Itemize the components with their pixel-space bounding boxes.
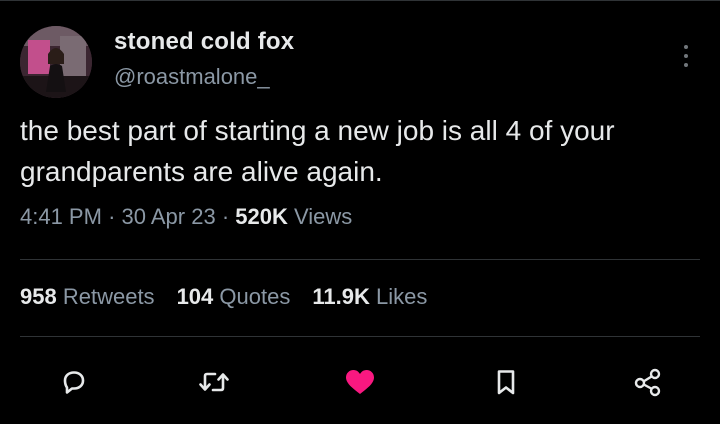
divider xyxy=(20,336,700,337)
more-icon-dot xyxy=(684,63,688,67)
views-count[interactable]: 520K xyxy=(235,204,288,229)
likes-count: 11.9K xyxy=(312,284,370,309)
heart-icon xyxy=(346,370,374,394)
more-icon-dot xyxy=(684,45,688,49)
tweet-date[interactable]: 30 Apr 23 xyxy=(122,204,216,229)
tweet-stats: 958 Retweets 104 Quotes 11.9K Likes xyxy=(20,284,427,310)
retweet-button[interactable] xyxy=(194,362,234,402)
likes-stat[interactable]: 11.9K Likes xyxy=(312,284,427,310)
quotes-count: 104 xyxy=(176,284,214,309)
retweets-label: Retweets xyxy=(62,284,155,309)
likes-label: Likes xyxy=(375,284,428,309)
views-label: Views xyxy=(294,204,353,229)
more-icon-dot xyxy=(684,54,688,58)
bookmark-icon xyxy=(497,370,515,395)
divider xyxy=(20,259,700,260)
top-border xyxy=(0,0,720,1)
share-button[interactable] xyxy=(628,362,668,402)
tweet-time[interactable]: 4:41 PM xyxy=(20,204,102,229)
tweet-meta: 4:41 PM · 30 Apr 23 · 520K Views xyxy=(20,204,352,230)
avatar[interactable] xyxy=(20,26,92,98)
like-button[interactable] xyxy=(340,362,380,402)
share-icon xyxy=(634,368,661,397)
retweets-count: 958 xyxy=(20,284,57,309)
bookmark-button[interactable] xyxy=(486,362,526,402)
tweet-text: the best part of starting a new job is a… xyxy=(20,115,615,187)
meta-separator: · xyxy=(108,204,116,229)
avatar-photo xyxy=(20,26,92,98)
retweet-icon xyxy=(199,372,229,392)
more-options-button[interactable] xyxy=(672,40,700,72)
reply-button[interactable] xyxy=(54,362,94,402)
user-handle[interactable]: @roastmalone_ xyxy=(114,64,270,90)
quotes-label: Quotes xyxy=(219,284,291,309)
reply-icon xyxy=(63,371,85,394)
meta-separator: · xyxy=(221,204,230,229)
action-bar xyxy=(0,358,720,402)
retweets-stat[interactable]: 958 Retweets xyxy=(20,284,155,310)
quotes-stat[interactable]: 104 Quotes xyxy=(177,284,291,310)
display-name[interactable]: stoned cold fox xyxy=(114,28,294,56)
